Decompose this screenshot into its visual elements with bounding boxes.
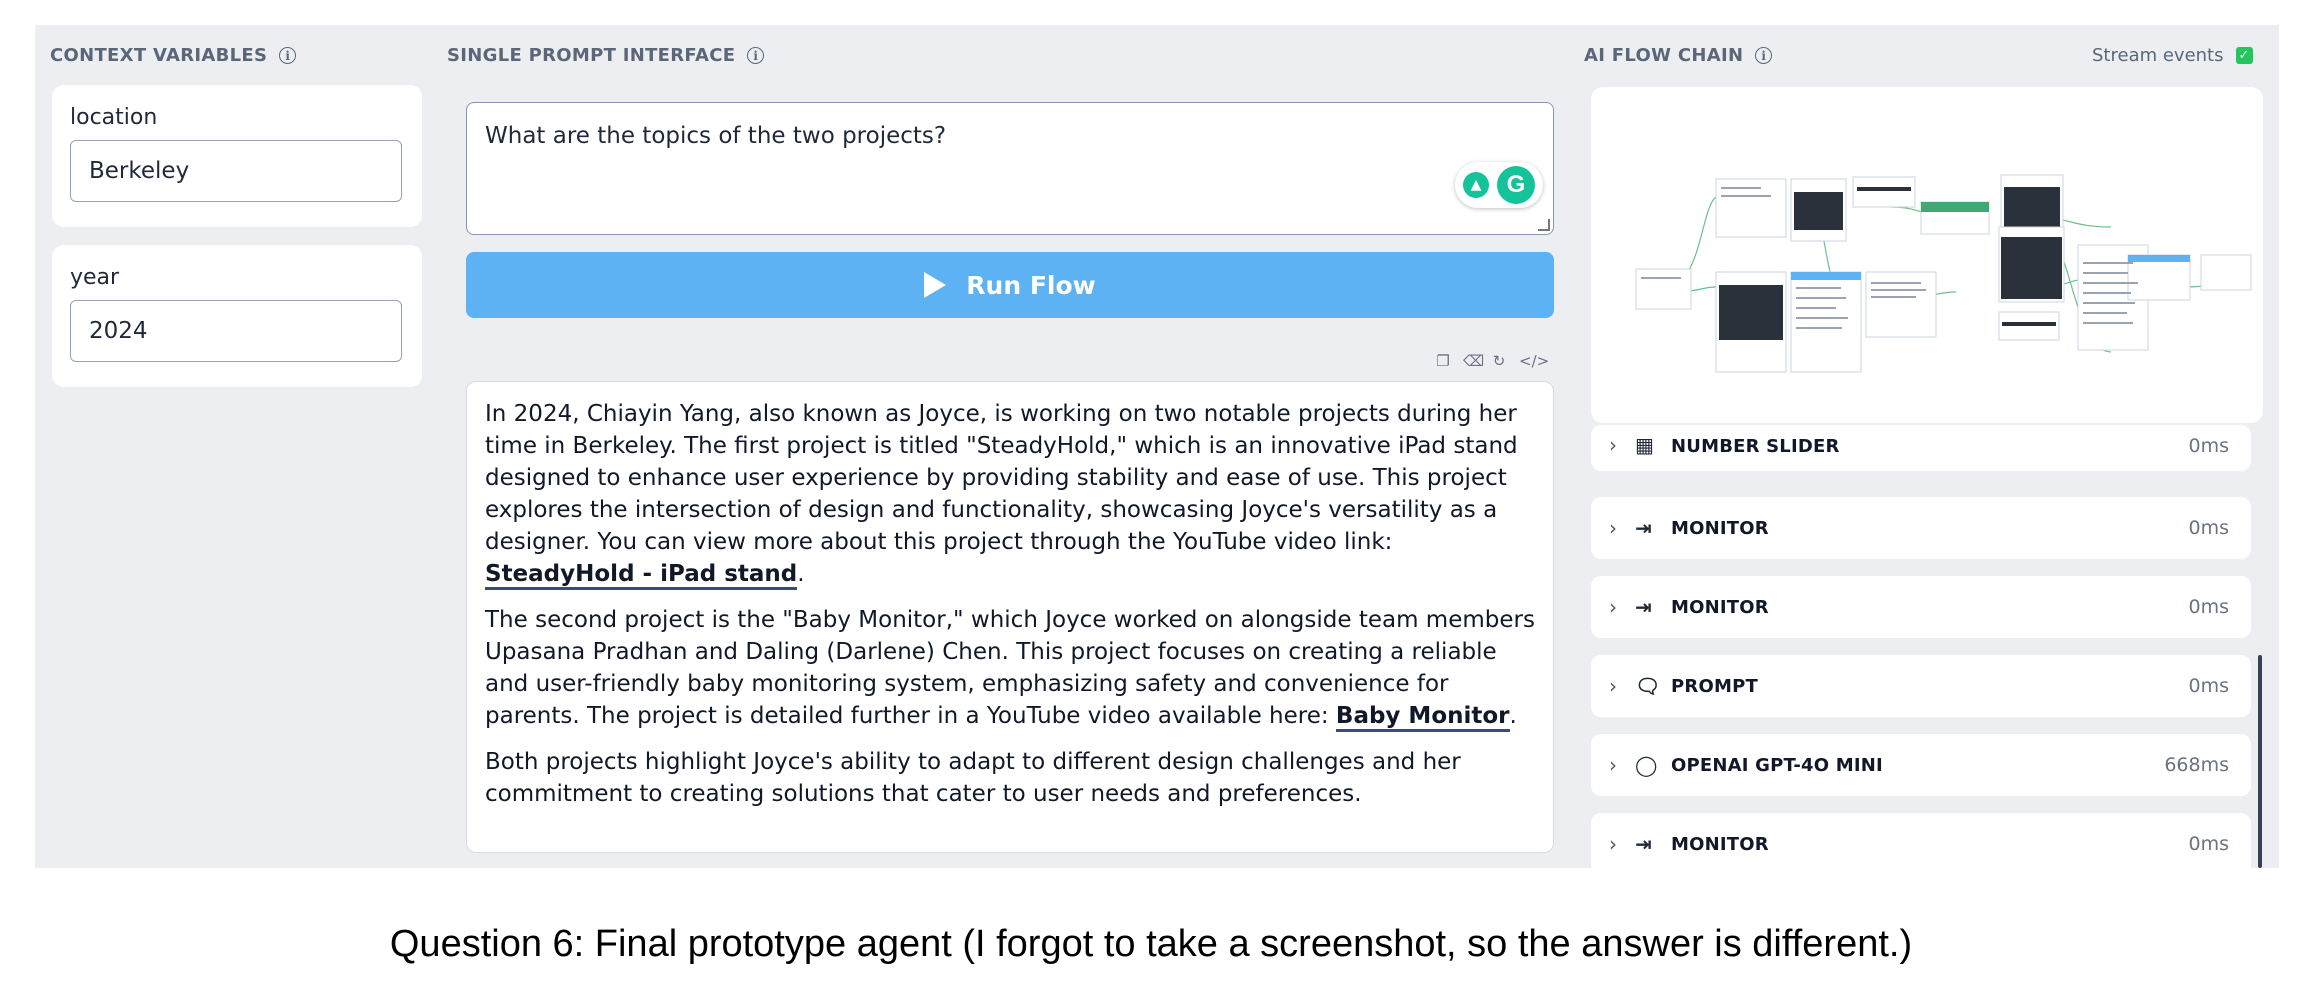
chevron-right-icon[interactable]: › [1609,433,1635,457]
flow-graph-canvas[interactable] [1591,87,2263,423]
flow-chain-title: AI FLOW CHAIN [1584,45,1744,66]
grammarly-icon[interactable]: G [1497,166,1535,204]
prompt-textarea[interactable]: What are the topics of the two projects?… [466,102,1554,235]
info-icon[interactable]: i [747,47,765,64]
stream-events-checkbox[interactable]: ✓ [2235,47,2253,64]
steadyhold-link[interactable]: SteadyHold - iPad stand [485,561,798,590]
chevron-right-icon[interactable]: › [1609,832,1635,856]
answer-text: . [797,561,805,587]
year-input[interactable]: 2024 [70,300,402,362]
monitor-icon: ⇥ [1635,516,1652,540]
flow-item-name: OPENAI GPT-4O MINI [1671,754,1883,776]
info-icon[interactable]: i [1755,47,1773,64]
play-icon [924,272,947,298]
stream-events-label: Stream events [2092,45,2224,66]
flow-item-name: MONITOR [1671,517,1769,539]
answer-text: . [1509,703,1517,729]
answer-text: Both projects highlight Joyce's ability … [485,749,1461,807]
answer-output: In 2024, Chiayin Yang, also known as Joy… [466,381,1554,853]
location-input[interactable]: Berkeley [70,140,402,202]
flow-item-time: 0ms [2188,675,2230,697]
answer-paragraph: The second project is the "Baby Monitor,… [485,604,1535,732]
flow-item-name: MONITOR [1671,833,1769,855]
chevron-right-icon[interactable]: › [1609,674,1635,698]
figure-caption: Question 6: Final prototype agent (I for… [389,923,1913,965]
flow-chain-scrollbar[interactable] [2258,655,2262,868]
flow-item-time: 0ms [2188,833,2230,855]
chevron-right-icon[interactable]: › [1609,595,1635,619]
variable-label: location [70,105,158,130]
answer-text: In 2024, Chiayin Yang, also known as Joy… [485,401,1518,555]
flow-item-monitor[interactable]: › ⇥ MONITOR 0ms [1591,497,2251,559]
answer-toolbar: ❐ ⌫ ↻ </> [1435,353,1549,369]
resize-handle[interactable] [1538,219,1550,231]
run-flow-button[interactable]: Run Flow [466,252,1554,318]
refresh-icon[interactable]: ↻ [1491,353,1507,369]
flow-item-time: 0ms [2188,517,2230,539]
stream-events-toggle[interactable]: Stream events ✓ [2092,45,2253,66]
flow-graph [1635,174,2252,373]
answer-paragraph: Both projects highlight Joyce's ability … [485,746,1535,810]
variable-card-year: year 2024 [52,245,422,387]
flow-item-monitor[interactable]: › ⇥ MONITOR 0ms [1591,813,2251,868]
run-flow-label: Run Flow [966,270,1096,300]
prompt-interface-header: SINGLE PROMPT INTERFACE i [447,45,765,66]
chevron-right-icon[interactable]: › [1609,516,1635,540]
flow-item-name: MONITOR [1671,596,1769,618]
prompt-icon: 🗨 [1635,674,1661,698]
graph-nodes [1635,174,2252,373]
info-icon[interactable]: i [279,47,297,64]
context-variables-title: CONTEXT VARIABLES [50,45,268,66]
copy-icon[interactable]: ❐ [1435,353,1451,369]
slider-icon: ▦ [1635,433,1654,457]
baby-monitor-link[interactable]: Baby Monitor [1335,703,1510,732]
trash-icon[interactable]: ⌫ [1463,353,1484,369]
monitor-icon: ⇥ [1635,595,1652,619]
app-window: CONTEXT VARIABLES i location Berkeley ye… [35,25,2279,868]
flow-item-number-slider[interactable]: › ▦ NUMBER SLIDER 0ms [1591,425,2251,471]
flow-item-name: PROMPT [1671,675,1758,697]
grammarly-widget[interactable]: ▲ G [1455,162,1543,208]
flow-item-time: 0ms [2188,435,2230,457]
flow-item-prompt[interactable]: › 🗨 PROMPT 0ms [1591,655,2251,717]
prompt-text: What are the topics of the two projects? [485,123,947,149]
flow-item-name: NUMBER SLIDER [1671,436,1840,457]
context-variables-header: CONTEXT VARIABLES i [50,45,297,66]
flow-chain-header: AI FLOW CHAIN i [1584,45,1773,66]
flow-item-monitor[interactable]: › ⇥ MONITOR 0ms [1591,576,2251,638]
lightbulb-icon[interactable]: ▲ [1463,172,1489,198]
variable-card-location: location Berkeley [52,85,422,227]
monitor-icon: ⇥ [1635,832,1652,856]
code-icon[interactable]: </> [1519,353,1549,369]
flow-item-time: 668ms [2164,754,2229,776]
flow-item-openai[interactable]: › ◯ OPENAI GPT-4O MINI 668ms [1591,734,2251,796]
variable-label: year [70,265,120,290]
openai-icon: ◯ [1635,753,1658,777]
prompt-interface-title: SINGLE PROMPT INTERFACE [447,45,736,66]
answer-paragraph: In 2024, Chiayin Yang, also known as Joy… [485,398,1535,590]
chevron-right-icon[interactable]: › [1609,753,1635,777]
flow-item-time: 0ms [2188,596,2230,618]
